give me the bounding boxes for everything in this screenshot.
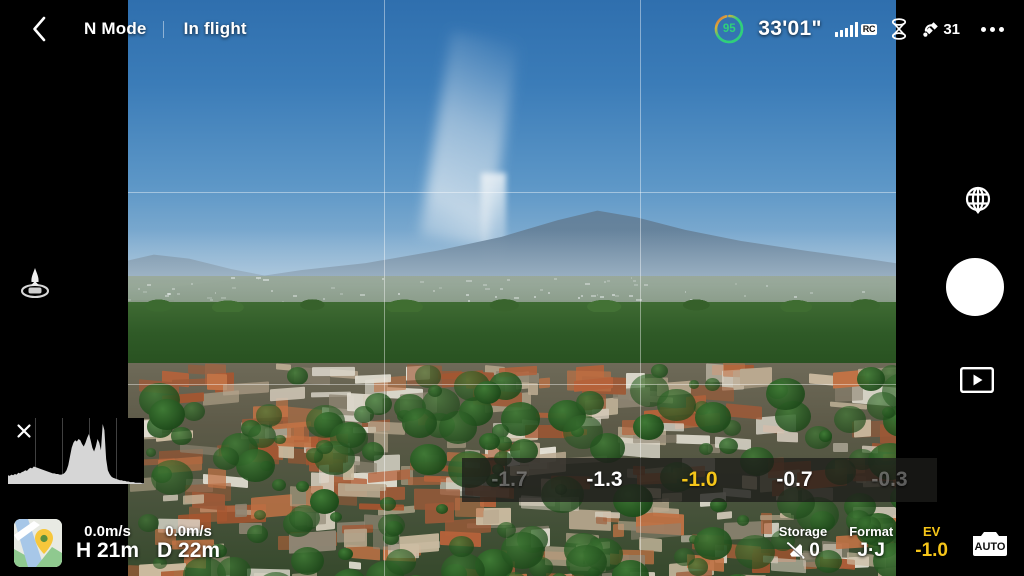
bottom-telemetry-bar: 0.0m/s H 21m 0.0m/s D 22m Storage 0 Form… — [0, 510, 1024, 576]
telemetry-distance: 0.0m/s D 22m — [157, 522, 221, 563]
panorama-mode-button[interactable] — [958, 181, 998, 221]
satellite-icon — [923, 22, 939, 37]
ev-tick-3[interactable]: -0.7 — [776, 468, 812, 492]
map-thumbnail-button[interactable] — [14, 519, 62, 567]
top-status-bar: N Mode In flight 95 33'01" RC 31 — [0, 0, 1024, 58]
auto-mode-button[interactable]: AUTO — [970, 525, 1010, 561]
ev-tick-2-selected[interactable]: -1.0 — [681, 468, 717, 492]
playback-play-icon — [960, 367, 995, 394]
format-value: J·J — [857, 539, 885, 561]
satellite-count: 31 — [943, 20, 960, 38]
telemetry-altitude: 0.0m/s H 21m — [76, 522, 140, 563]
ev-label: EV — [922, 524, 941, 539]
tree-belt — [128, 296, 896, 372]
takeoff-landing-button[interactable] — [14, 262, 56, 304]
storage-value: 0 — [809, 539, 820, 561]
camera-auto-icon: AUTO — [973, 532, 1007, 556]
rc-badge: RC — [860, 23, 878, 35]
ev-compensation-scrubber[interactable]: -1.7 -1.3 -1.0 -0.7 -0.3 — [462, 458, 937, 502]
sd-card-slash-icon — [787, 542, 805, 559]
storage-row: 0 — [786, 540, 820, 561]
map-pin-thumbnail — [14, 519, 62, 567]
storage-label: Storage — [778, 524, 828, 539]
satellite-indicator[interactable]: 31 — [921, 19, 960, 39]
camera-app-root: N Mode In flight 95 33'01" RC 31 -1.7 -1… — [0, 0, 1024, 576]
format-label: Format — [849, 524, 894, 539]
close-icon[interactable] — [16, 423, 32, 439]
flight-mode-label: N Mode — [84, 19, 147, 38]
flight-timer: 33'01" — [758, 17, 822, 40]
storage-status[interactable]: Storage 0 — [778, 524, 828, 561]
histogram-panel[interactable] — [8, 418, 144, 484]
ev-tick-1[interactable]: -1.3 — [586, 468, 622, 492]
back-button[interactable] — [22, 12, 56, 46]
flight-state-label: In flight — [183, 19, 247, 38]
more-options-button[interactable] — [973, 26, 1004, 32]
telemetry-readouts: 0.0m/s H 21m 0.0m/s D 22m — [76, 522, 221, 563]
battery-percent: 95 — [722, 23, 736, 35]
signal-bars-icon — [834, 21, 858, 37]
ev-tick-4[interactable]: -0.3 — [871, 468, 907, 492]
vision-sensor-icon[interactable] — [890, 18, 908, 40]
top-right-group: 95 33'01" RC 31 — [713, 13, 1024, 45]
altitude-value: H 21m — [76, 538, 140, 562]
rc-signal-indicator[interactable]: RC — [834, 21, 878, 37]
ev-tick-0[interactable]: -1.7 — [491, 468, 527, 492]
ev-value: -1.0 — [915, 539, 948, 561]
camera-status-group: Storage 0 Format J·J EV -1.0 AUTO — [778, 524, 1024, 561]
shutter-button[interactable] — [946, 258, 1004, 316]
horizontal-speed-value: 0.0m/s — [165, 522, 212, 540]
format-status[interactable]: Format J·J — [849, 524, 894, 561]
auto-label: AUTO — [975, 541, 1006, 553]
ev-status[interactable]: EV -1.0 — [915, 524, 948, 561]
distance-value: D 22m — [157, 538, 221, 562]
battery-ring-indicator[interactable]: 95 — [713, 13, 745, 45]
top-left-group: N Mode In flight — [0, 12, 247, 46]
playback-button[interactable] — [960, 367, 995, 394]
vertical-speed-value: 0.0m/s — [84, 522, 131, 540]
globe-panorama-icon — [965, 186, 991, 214]
